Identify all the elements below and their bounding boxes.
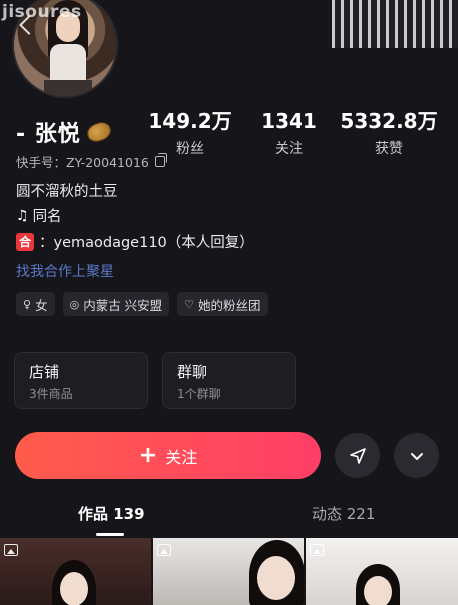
bio-line-3: 合 ：yemaodage110（本人回复） [16,231,254,252]
stat-label: 获赞 [375,141,403,157]
post-thumbnail[interactable] [0,538,151,605]
stat-likes[interactable]: 5332.8万 获赞 [334,108,444,158]
tag-location[interactable]: ◎ 内蒙古 兴安盟 [62,292,170,316]
tag-gender[interactable]: ♀ 女 [16,292,55,316]
tag-label: 内蒙古 兴安盟 [83,297,163,313]
female-icon: ♀ [23,297,32,311]
stat-followers[interactable]: 149.2万 粉丝 [135,108,245,158]
chevron-down-icon [410,452,423,460]
bio-line-1: 圆不溜秋的土豆 [16,180,118,201]
bio-text: 同名 [32,209,62,225]
more-options-button[interactable] [394,433,439,478]
stat-label: 关注 [275,141,303,157]
profile-name: - 张悦 [16,122,81,147]
tag-label: 女 [35,297,48,313]
tab-works[interactable]: 作品 139 [78,503,145,524]
plus-icon: + [138,442,158,468]
card-subtitle: 1个群聊 [177,387,221,401]
account-id: 快手号：ZY-20041016 [16,155,149,170]
stat-value: 1341 [261,109,317,133]
music-note-icon: ♫ [16,207,29,224]
copy-icon[interactable] [154,153,167,167]
cooperation-link[interactable]: 找我合作上聚星 [16,261,114,281]
location-icon: ◎ [69,297,80,311]
follow-label: 关注 [165,447,198,467]
bio-line-2: ♫ 同名 [16,205,62,226]
image-icon [4,544,18,556]
post-thumbnail[interactable] [153,538,304,605]
tab-moments[interactable]: 动态 221 [312,503,375,524]
potato-emoji-icon [84,119,113,145]
account-id-row[interactable]: 快手号：ZY-20041016 [16,152,167,171]
card-title: 群聊 [177,363,208,381]
heart-icon: ♡ [184,297,195,311]
tag-label: 她的粉丝团 [198,297,261,313]
watermark-text: jisoures [2,2,82,22]
bio-text: ：yemaodage110（本人回复） [39,235,254,251]
image-icon [310,544,324,556]
stat-value: 5332.8万 [340,109,438,133]
send-icon [349,447,366,464]
stat-following[interactable]: 1341 关注 [234,108,344,158]
shop-card[interactable]: 店铺 3件商品 [14,352,148,409]
stat-value: 149.2万 [148,109,232,133]
status-bar-overlay [332,0,458,48]
bio-text: 圆不溜秋的土豆 [16,184,118,200]
card-title: 店铺 [29,363,60,381]
profile-name-row: - 张悦 [16,116,113,148]
group-chat-card[interactable]: 群聊 1个群聊 [162,352,296,409]
profile-tags: ♀ 女 ◎ 内蒙古 兴安盟 ♡ 她的粉丝团 [16,292,268,316]
follow-button[interactable]: + 关注 [15,432,321,479]
send-message-button[interactable] [335,433,380,478]
card-subtitle: 3件商品 [29,387,73,401]
active-tab-indicator [96,533,124,536]
tag-fan-club[interactable]: ♡ 她的粉丝团 [177,292,268,316]
cooperation-badge-icon: 合 [16,232,34,251]
post-thumbnail[interactable] [306,538,458,605]
image-icon [157,544,171,556]
